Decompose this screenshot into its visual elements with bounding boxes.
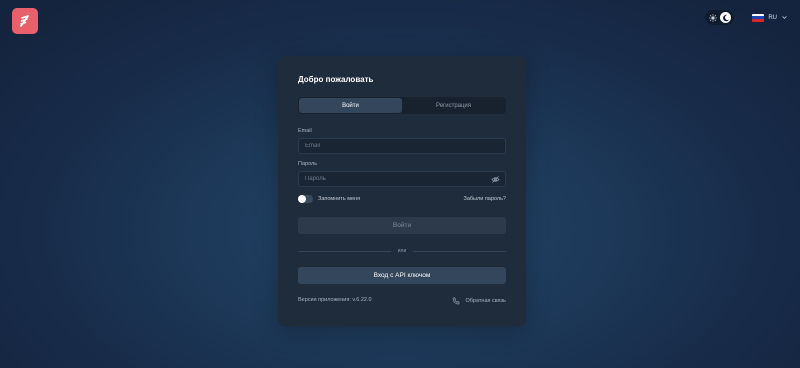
language-code: RU — [768, 14, 777, 21]
tab-login[interactable]: Войти — [299, 98, 402, 113]
login-card: Добро пожаловать Войти Регистрация Email… — [278, 56, 526, 327]
or-label: или — [397, 248, 407, 254]
russia-flag-icon — [752, 13, 765, 22]
or-divider: или — [298, 248, 507, 254]
tab-register[interactable]: Регистрация — [402, 98, 505, 113]
phone-icon — [453, 297, 460, 305]
email-field[interactable] — [298, 138, 506, 154]
feedback-link[interactable]: Обратная связь — [452, 297, 506, 305]
sun-icon[interactable] — [708, 13, 717, 22]
theme-toggle[interactable] — [705, 10, 735, 25]
auth-tabs: Войти Регистрация — [298, 97, 506, 114]
remember-me: Запомнить меня — [298, 195, 360, 203]
email-label: Email — [298, 128, 312, 134]
feedback-label: Обратная связь — [465, 298, 506, 304]
remember-me-label: Запомнить меня — [318, 196, 361, 202]
remember-me-toggle[interactable] — [298, 195, 313, 203]
password-label: Пароль — [298, 161, 318, 167]
chevron-down-icon — [782, 16, 787, 19]
password-field[interactable] — [298, 171, 506, 187]
moon-icon[interactable] — [720, 12, 732, 23]
language-selector[interactable]: RU — [752, 13, 788, 22]
forgot-password-link[interactable]: Забыли пароль? — [464, 196, 506, 202]
app-version: Версия приложения: v.6.22.0 — [298, 297, 372, 303]
header-controls: RU — [705, 10, 788, 25]
feather-logo-icon — [20, 15, 29, 27]
eye-off-icon[interactable] — [491, 175, 500, 184]
login-title: Добро пожаловать — [298, 75, 374, 84]
app-logo[interactable] — [12, 8, 38, 34]
login-button[interactable]: Войти — [298, 217, 506, 234]
api-key-login-button[interactable]: Вход с API ключом — [298, 267, 506, 284]
